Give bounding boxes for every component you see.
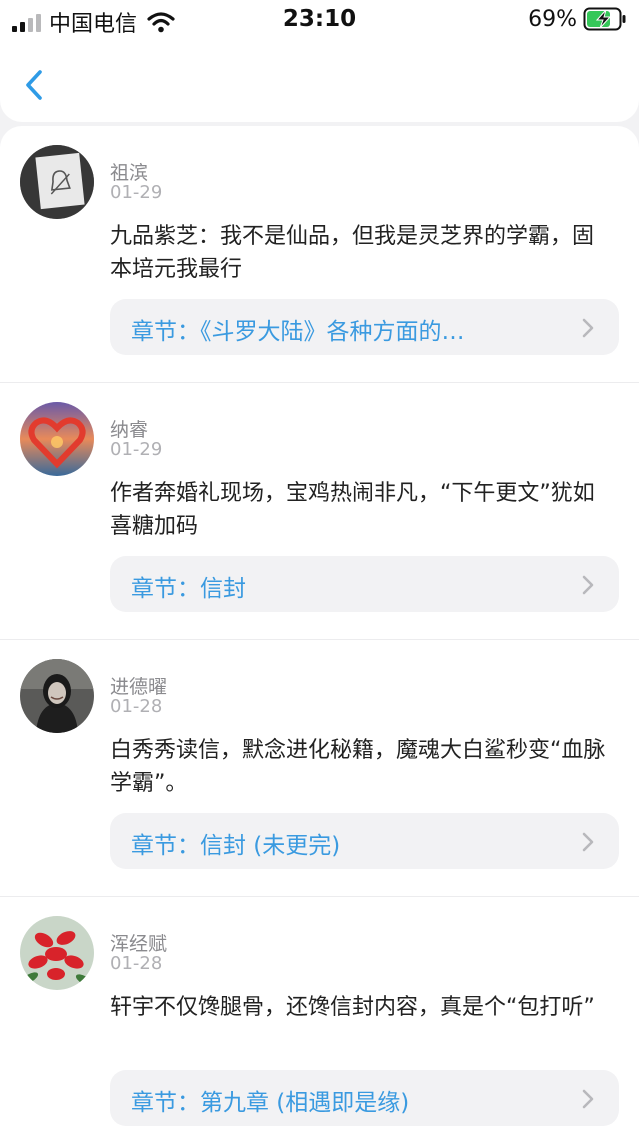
battery-percent: 69% <box>528 6 577 32</box>
comment-date: 01-28 <box>110 696 163 717</box>
chapter-label: 章节：第九章 (相遇即是缘) <box>131 1090 410 1116</box>
username: 进德曜 <box>110 676 168 698</box>
comment-date: 01-28 <box>110 953 163 974</box>
comment-date: 01-29 <box>110 439 163 460</box>
chapter-label: 章节：《斗罗大陆》各种方面的… <box>131 319 465 345</box>
chapter-link[interactable]: 章节：《斗罗大陆》各种方面的… <box>110 299 619 355</box>
chevron-right-icon <box>582 832 594 852</box>
avatar[interactable] <box>20 916 94 990</box>
comment-item: 祖滨 01-29 九品紫芝：我不是仙品，但我是灵芝界的学霸，固本培元我最行 章节… <box>0 126 639 383</box>
chevron-right-icon <box>582 575 594 595</box>
comment-item: 进德曜 01-28 白秀秀读信，默念进化秘籍，魔魂大白鲨秒变“血脉学霸”。 章节… <box>0 640 639 897</box>
status-bar: 中国电信 23:10 69% <box>0 0 639 40</box>
username: 浑经赋 <box>110 933 168 955</box>
chapter-label: 章节：信封 <box>131 576 246 602</box>
comment-list: 祖滨 01-29 九品紫芝：我不是仙品，但我是灵芝界的学霸，固本培元我最行 章节… <box>0 126 639 1136</box>
chevron-left-icon <box>26 70 42 100</box>
chapter-link[interactable]: 章节：第九章 (相遇即是缘) <box>110 1070 619 1126</box>
nav-bar <box>0 40 639 122</box>
comment-date: 01-29 <box>110 182 163 203</box>
comment-text: 作者奔婚礼现场，宝鸡热闹非凡，“下午更文”犹如喜糖加码 <box>110 481 595 539</box>
avatar[interactable] <box>20 402 94 476</box>
chapter-link[interactable]: 章节：信封 (未更完) <box>110 813 619 869</box>
comment-item: 纳睿 01-29 作者奔婚礼现场，宝鸡热闹非凡，“下午更文”犹如喜糖加码 章节：… <box>0 383 639 640</box>
chapter-label: 章节：信封 (未更完) <box>131 833 341 859</box>
comment-item: 浑经赋 01-28 轩宇不仅馋腿骨，还馋信封内容，真是个“包打听” 章节：第九章… <box>0 897 639 1136</box>
comment-text: 九品紫芝：我不是仙品，但我是灵芝界的学霸，固本培元我最行 <box>110 224 595 282</box>
chevron-right-icon <box>582 318 594 338</box>
avatar[interactable] <box>20 659 94 733</box>
battery-charging-icon <box>583 7 626 31</box>
status-right: 69% <box>528 6 627 32</box>
avatar[interactable] <box>20 145 94 219</box>
back-button[interactable] <box>20 66 50 104</box>
comment-text: 轩宇不仅馋腿骨，还馋信封内容，真是个“包打听” <box>110 995 595 1020</box>
username: 祖滨 <box>110 162 149 184</box>
chevron-right-icon <box>582 1089 594 1109</box>
username: 纳睿 <box>110 419 149 441</box>
comment-text: 白秀秀读信，默念进化秘籍，魔魂大白鲨秒变“血脉学霸”。 <box>110 738 606 796</box>
chapter-link[interactable]: 章节：信封 <box>110 556 619 612</box>
